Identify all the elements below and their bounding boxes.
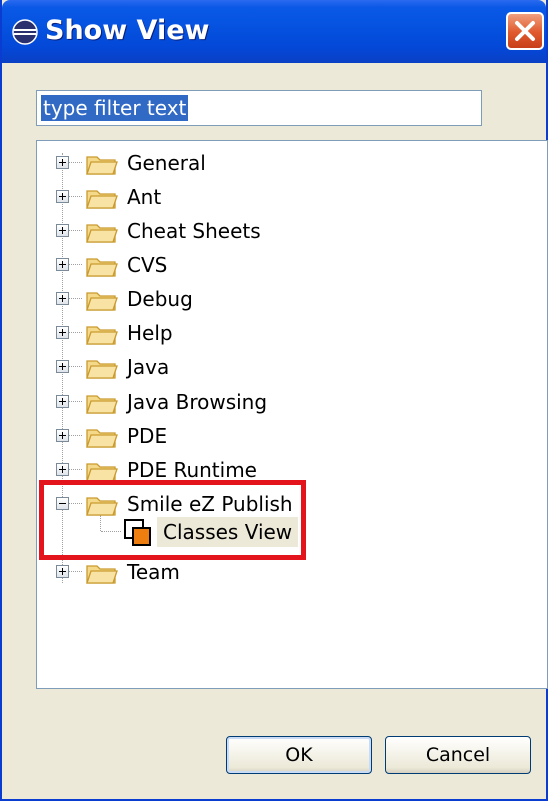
tree-item-team[interactable]: Team — [37, 557, 517, 587]
folder-icon — [86, 360, 118, 379]
folder-icon — [86, 258, 118, 277]
ok-button[interactable]: OK — [226, 736, 372, 774]
folder-icon — [86, 156, 118, 175]
tree-item-general[interactable]: General — [37, 148, 517, 178]
annotation-highlight-box — [39, 480, 306, 560]
expand-icon[interactable] — [56, 156, 69, 169]
tree-item-pde[interactable]: PDE — [37, 421, 517, 451]
folder-icon — [86, 395, 118, 414]
expand-icon[interactable] — [56, 429, 69, 442]
tree-item-label: Help — [127, 321, 173, 345]
expand-icon[interactable] — [56, 292, 69, 305]
expand-icon[interactable] — [56, 395, 69, 408]
filter-text: type filter text — [41, 95, 189, 121]
title-bar[interactable]: Show View — [2, 0, 546, 63]
tree-item-debug[interactable]: Debug — [37, 284, 517, 314]
folder-icon — [86, 565, 118, 584]
tree-item-label: Java — [127, 355, 170, 379]
tree-item-label: Debug — [127, 287, 193, 311]
tree-item-help[interactable]: Help — [37, 318, 517, 348]
dialog-title: Show View — [45, 15, 210, 46]
show-view-dialog: Show View type filter text General Ant Che… — [0, 0, 548, 801]
expand-icon[interactable] — [56, 326, 69, 339]
tree-item-label: General — [127, 151, 206, 175]
tree-item-label: Cheat Sheets — [127, 219, 261, 243]
expand-icon[interactable] — [56, 224, 69, 237]
tree-item-java[interactable]: Java — [37, 352, 517, 382]
expand-icon[interactable] — [56, 565, 69, 578]
expand-icon[interactable] — [56, 190, 69, 203]
tree-item-label: PDE — [127, 424, 168, 448]
expand-icon[interactable] — [56, 360, 69, 373]
folder-icon — [86, 326, 118, 345]
cancel-button[interactable]: Cancel — [385, 736, 531, 774]
folder-icon — [86, 292, 118, 311]
tree-item-ant[interactable]: Ant — [37, 182, 517, 212]
close-icon — [515, 21, 535, 41]
expand-icon[interactable] — [56, 463, 69, 476]
view-tree[interactable]: General Ant Cheat Sheets CVS Debug Help Java Ja… — [36, 140, 548, 689]
folder-icon — [86, 463, 118, 482]
tree-item-label: CVS — [127, 253, 168, 277]
tree-item-label: Ant — [127, 185, 162, 209]
tree-item-cvs[interactable]: CVS — [37, 250, 517, 280]
expand-icon[interactable] — [56, 258, 69, 271]
eclipse-icon — [12, 19, 38, 45]
tree-item-label: Java Browsing — [127, 390, 268, 414]
tree-item-cheat-sheets[interactable]: Cheat Sheets — [37, 216, 517, 246]
close-button[interactable] — [506, 12, 544, 50]
folder-icon — [86, 429, 118, 448]
folder-icon — [86, 190, 118, 209]
tree-item-java-browsing[interactable]: Java Browsing — [37, 387, 517, 417]
tree-item-label: Team — [127, 560, 180, 584]
folder-icon — [86, 224, 118, 243]
